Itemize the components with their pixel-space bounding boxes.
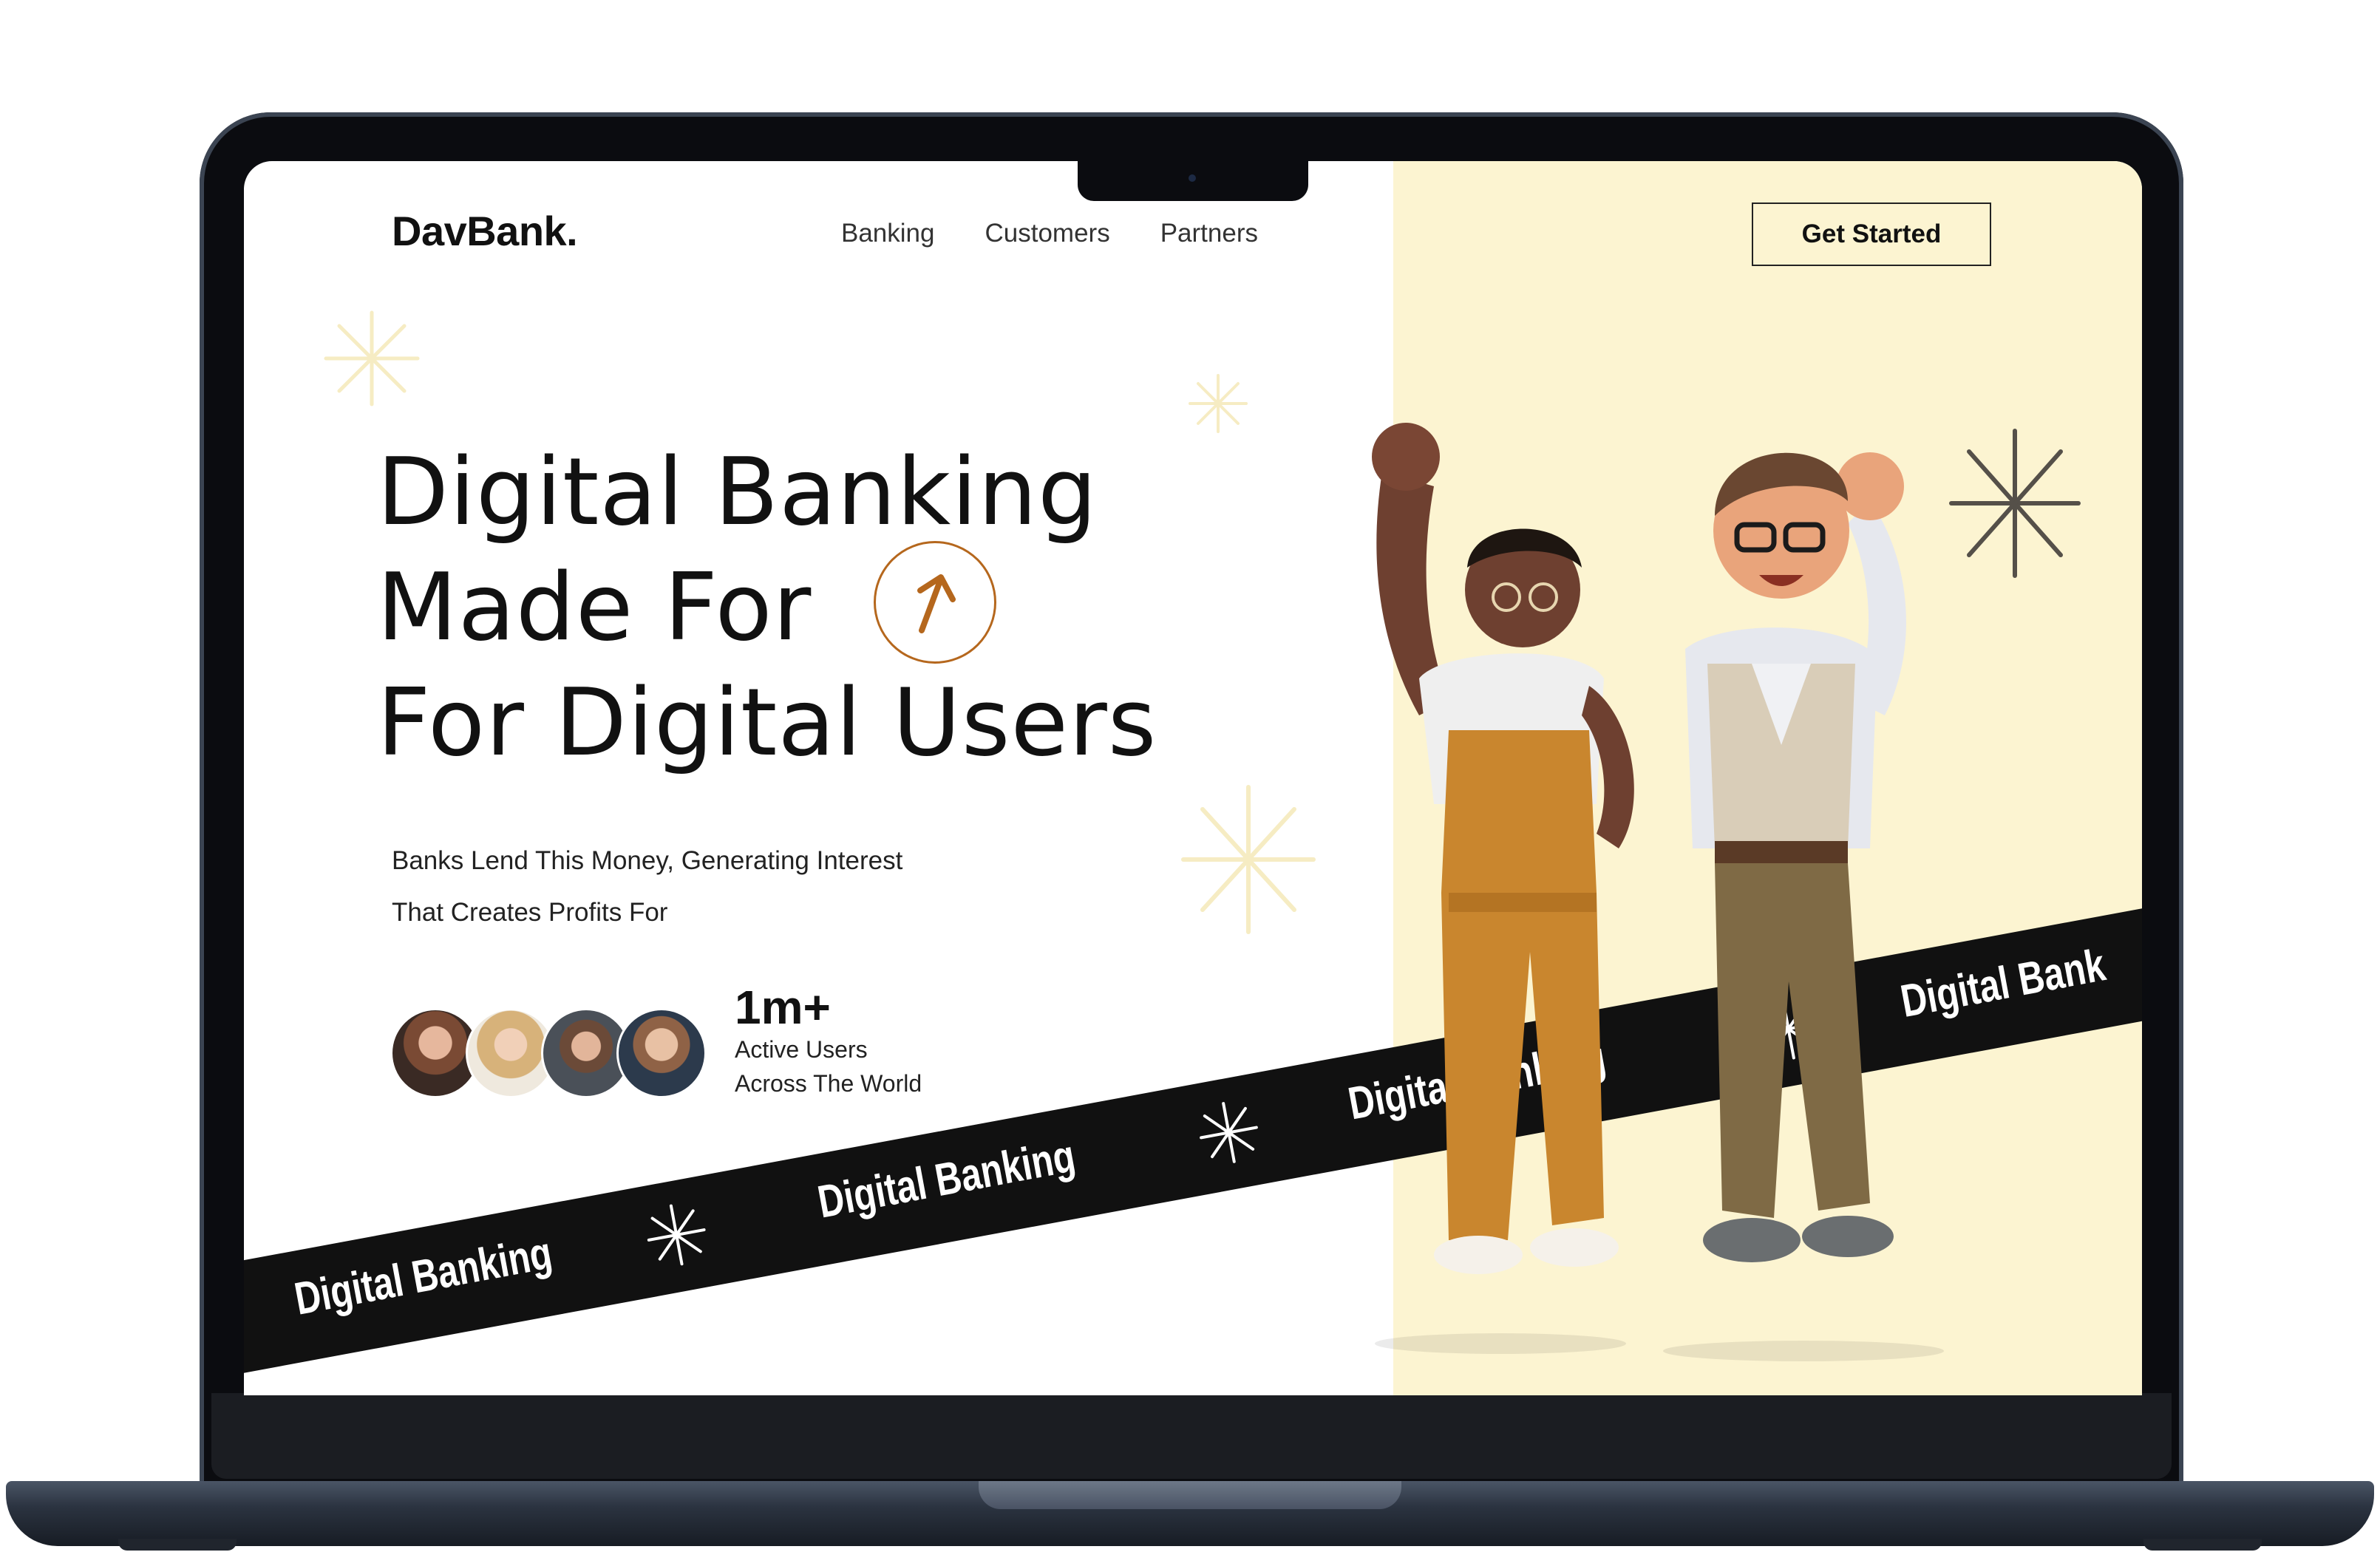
character-man (1663, 452, 1944, 1361)
hero-title: Digital Banking Made For For Digital Use… (377, 435, 1157, 780)
nav-banking[interactable]: Banking (841, 219, 934, 248)
user-avatars (390, 1008, 715, 1100)
laptop-chin (211, 1393, 2172, 1479)
avatar (616, 1008, 707, 1098)
active-users-label: Active Users (735, 1036, 868, 1063)
logo[interactable]: DavBank. (392, 207, 578, 255)
arrow-up-right-button[interactable] (874, 541, 996, 664)
hero-subtitle-line: Banks Lend This Money, Generating Intere… (392, 846, 903, 875)
main-nav: Banking Customers Partners (841, 219, 1258, 248)
ribbon-text: Digital Banking (814, 1130, 1079, 1228)
hero-title-line: Made For (377, 553, 812, 661)
hero-characters-illustration (1372, 423, 1944, 1361)
sparkle-icon (647, 1204, 706, 1266)
laptop-opening-notch (979, 1481, 1401, 1509)
sparkle-icon (1181, 785, 1316, 934)
sparkle-icon (1189, 374, 1248, 433)
laptop-foot (118, 1539, 237, 1551)
active-users-count: 1m+ (735, 981, 831, 1034)
arrow-up-right-icon (917, 574, 956, 633)
ribbon-text: Digital Banking (290, 1227, 556, 1325)
nav-partners[interactable]: Partners (1160, 219, 1258, 248)
screen: DavBank. Banking Customers Partners Get … (244, 161, 2142, 1395)
hero-subtitle: Banks Lend This Money, Generating Intere… (392, 835, 902, 939)
laptop-foot (2143, 1539, 2262, 1551)
hero-subtitle-line: That Creates Profits For (392, 898, 668, 927)
character-woman (1372, 423, 1634, 1354)
active-users-sublabel: Across The World (735, 1070, 922, 1097)
sparkle-icon (324, 310, 420, 406)
camera-notch (1078, 161, 1308, 201)
hero-title-line: Digital Banking (377, 438, 1098, 546)
get-started-button[interactable]: Get Started (1752, 202, 1991, 266)
nav-customers[interactable]: Customers (985, 219, 1109, 248)
hero-title-line: For Digital Users (377, 668, 1157, 777)
sparkle-icon (1200, 1102, 1258, 1163)
